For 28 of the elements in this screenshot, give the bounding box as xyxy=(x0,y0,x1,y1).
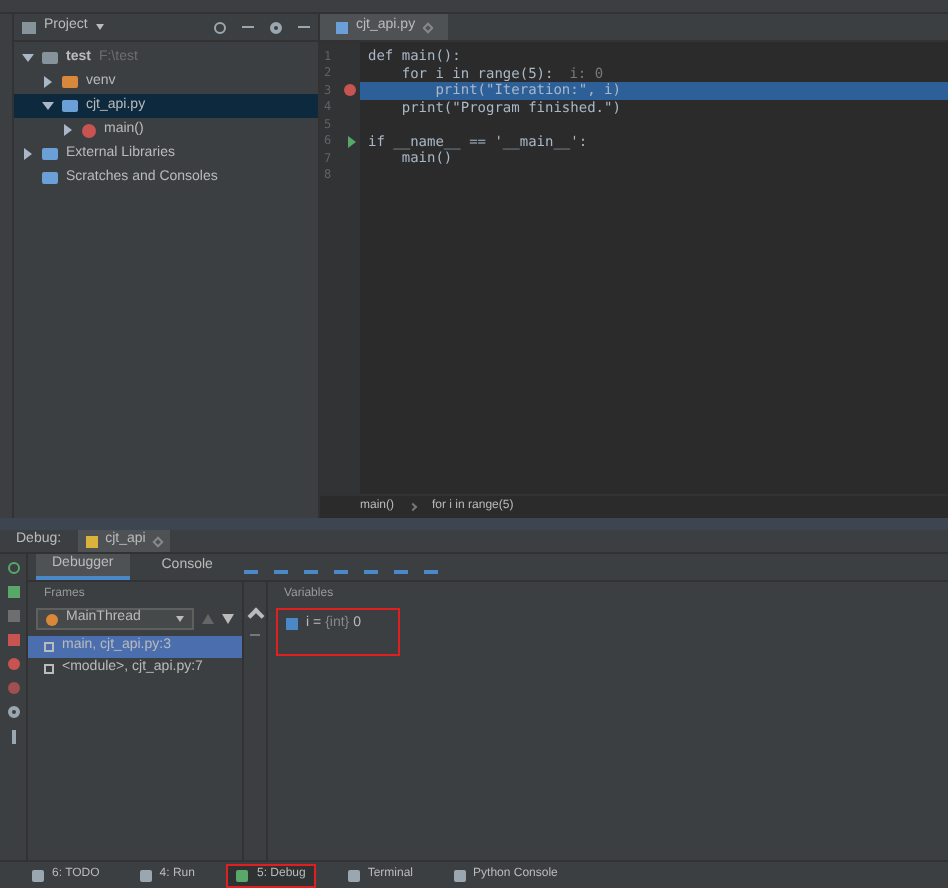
frame-icon xyxy=(44,664,54,674)
up-arrow-icon[interactable] xyxy=(202,614,214,624)
thread-icon xyxy=(46,613,58,625)
file-icon xyxy=(62,100,78,112)
mute-breakpoints-icon[interactable] xyxy=(7,682,19,694)
chevron-icon xyxy=(408,502,418,512)
caret-icon xyxy=(176,616,184,622)
python-file-icon xyxy=(336,21,348,33)
down-arrow-icon[interactable] xyxy=(222,614,234,624)
settings-icon[interactable] xyxy=(270,21,282,33)
expand-arrow-icon[interactable] xyxy=(24,148,32,160)
breakpoint-icon[interactable] xyxy=(344,84,356,97)
run-arrow-icon[interactable] xyxy=(348,135,356,148)
variable-icon xyxy=(286,618,298,631)
pause-icon[interactable] xyxy=(7,610,19,622)
target-icon[interactable] xyxy=(214,21,226,33)
stop-icon[interactable] xyxy=(7,634,19,646)
breakpoints-icon[interactable] xyxy=(7,658,19,670)
frame-icon xyxy=(44,642,54,652)
collapse-arrow-icon[interactable] xyxy=(42,102,54,110)
settings-icon[interactable] xyxy=(7,706,19,718)
function-icon xyxy=(82,123,96,137)
caret-icon xyxy=(95,24,104,30)
rerun-icon[interactable] xyxy=(7,562,19,574)
resume-icon[interactable] xyxy=(7,586,19,598)
expand-arrow-icon[interactable] xyxy=(64,124,72,136)
project-icon xyxy=(22,21,36,33)
collapse-arrow-icon[interactable] xyxy=(22,54,34,62)
